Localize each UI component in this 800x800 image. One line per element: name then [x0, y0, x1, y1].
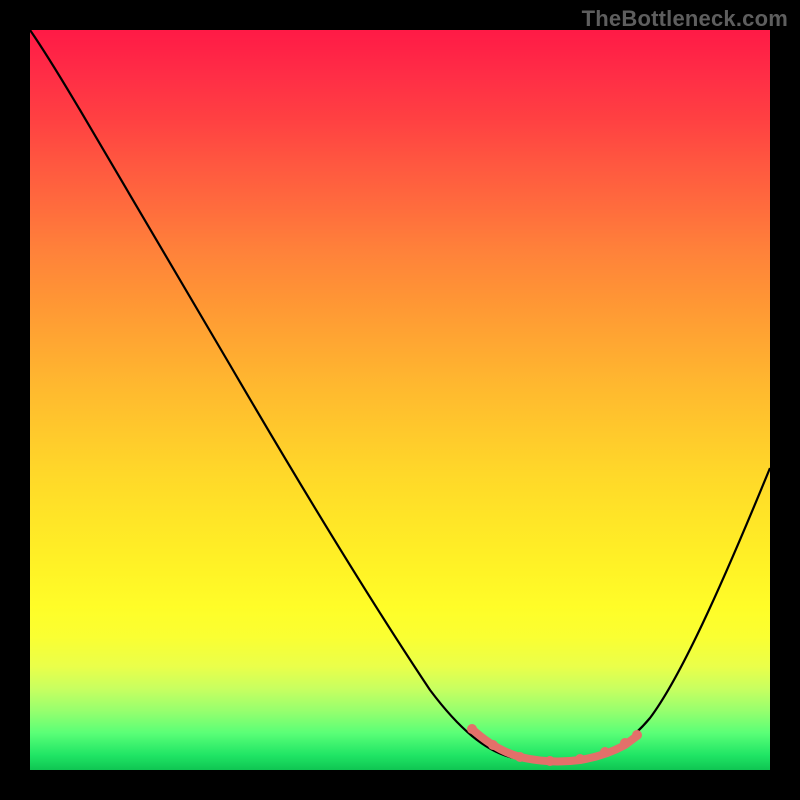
watermark-text: TheBottleneck.com [582, 6, 788, 32]
highlight-dot [632, 730, 642, 740]
plot-area [30, 30, 770, 770]
chart-svg [30, 30, 770, 770]
highlight-dot [515, 752, 525, 762]
highlight-dot [467, 724, 477, 734]
highlight-dot [575, 754, 585, 764]
highlight-dot [545, 756, 555, 766]
main-curve-path [30, 30, 770, 762]
highlight-dot [488, 740, 498, 750]
highlight-segment-group [467, 724, 642, 766]
highlight-dot [600, 747, 610, 757]
highlight-dot [620, 738, 630, 748]
